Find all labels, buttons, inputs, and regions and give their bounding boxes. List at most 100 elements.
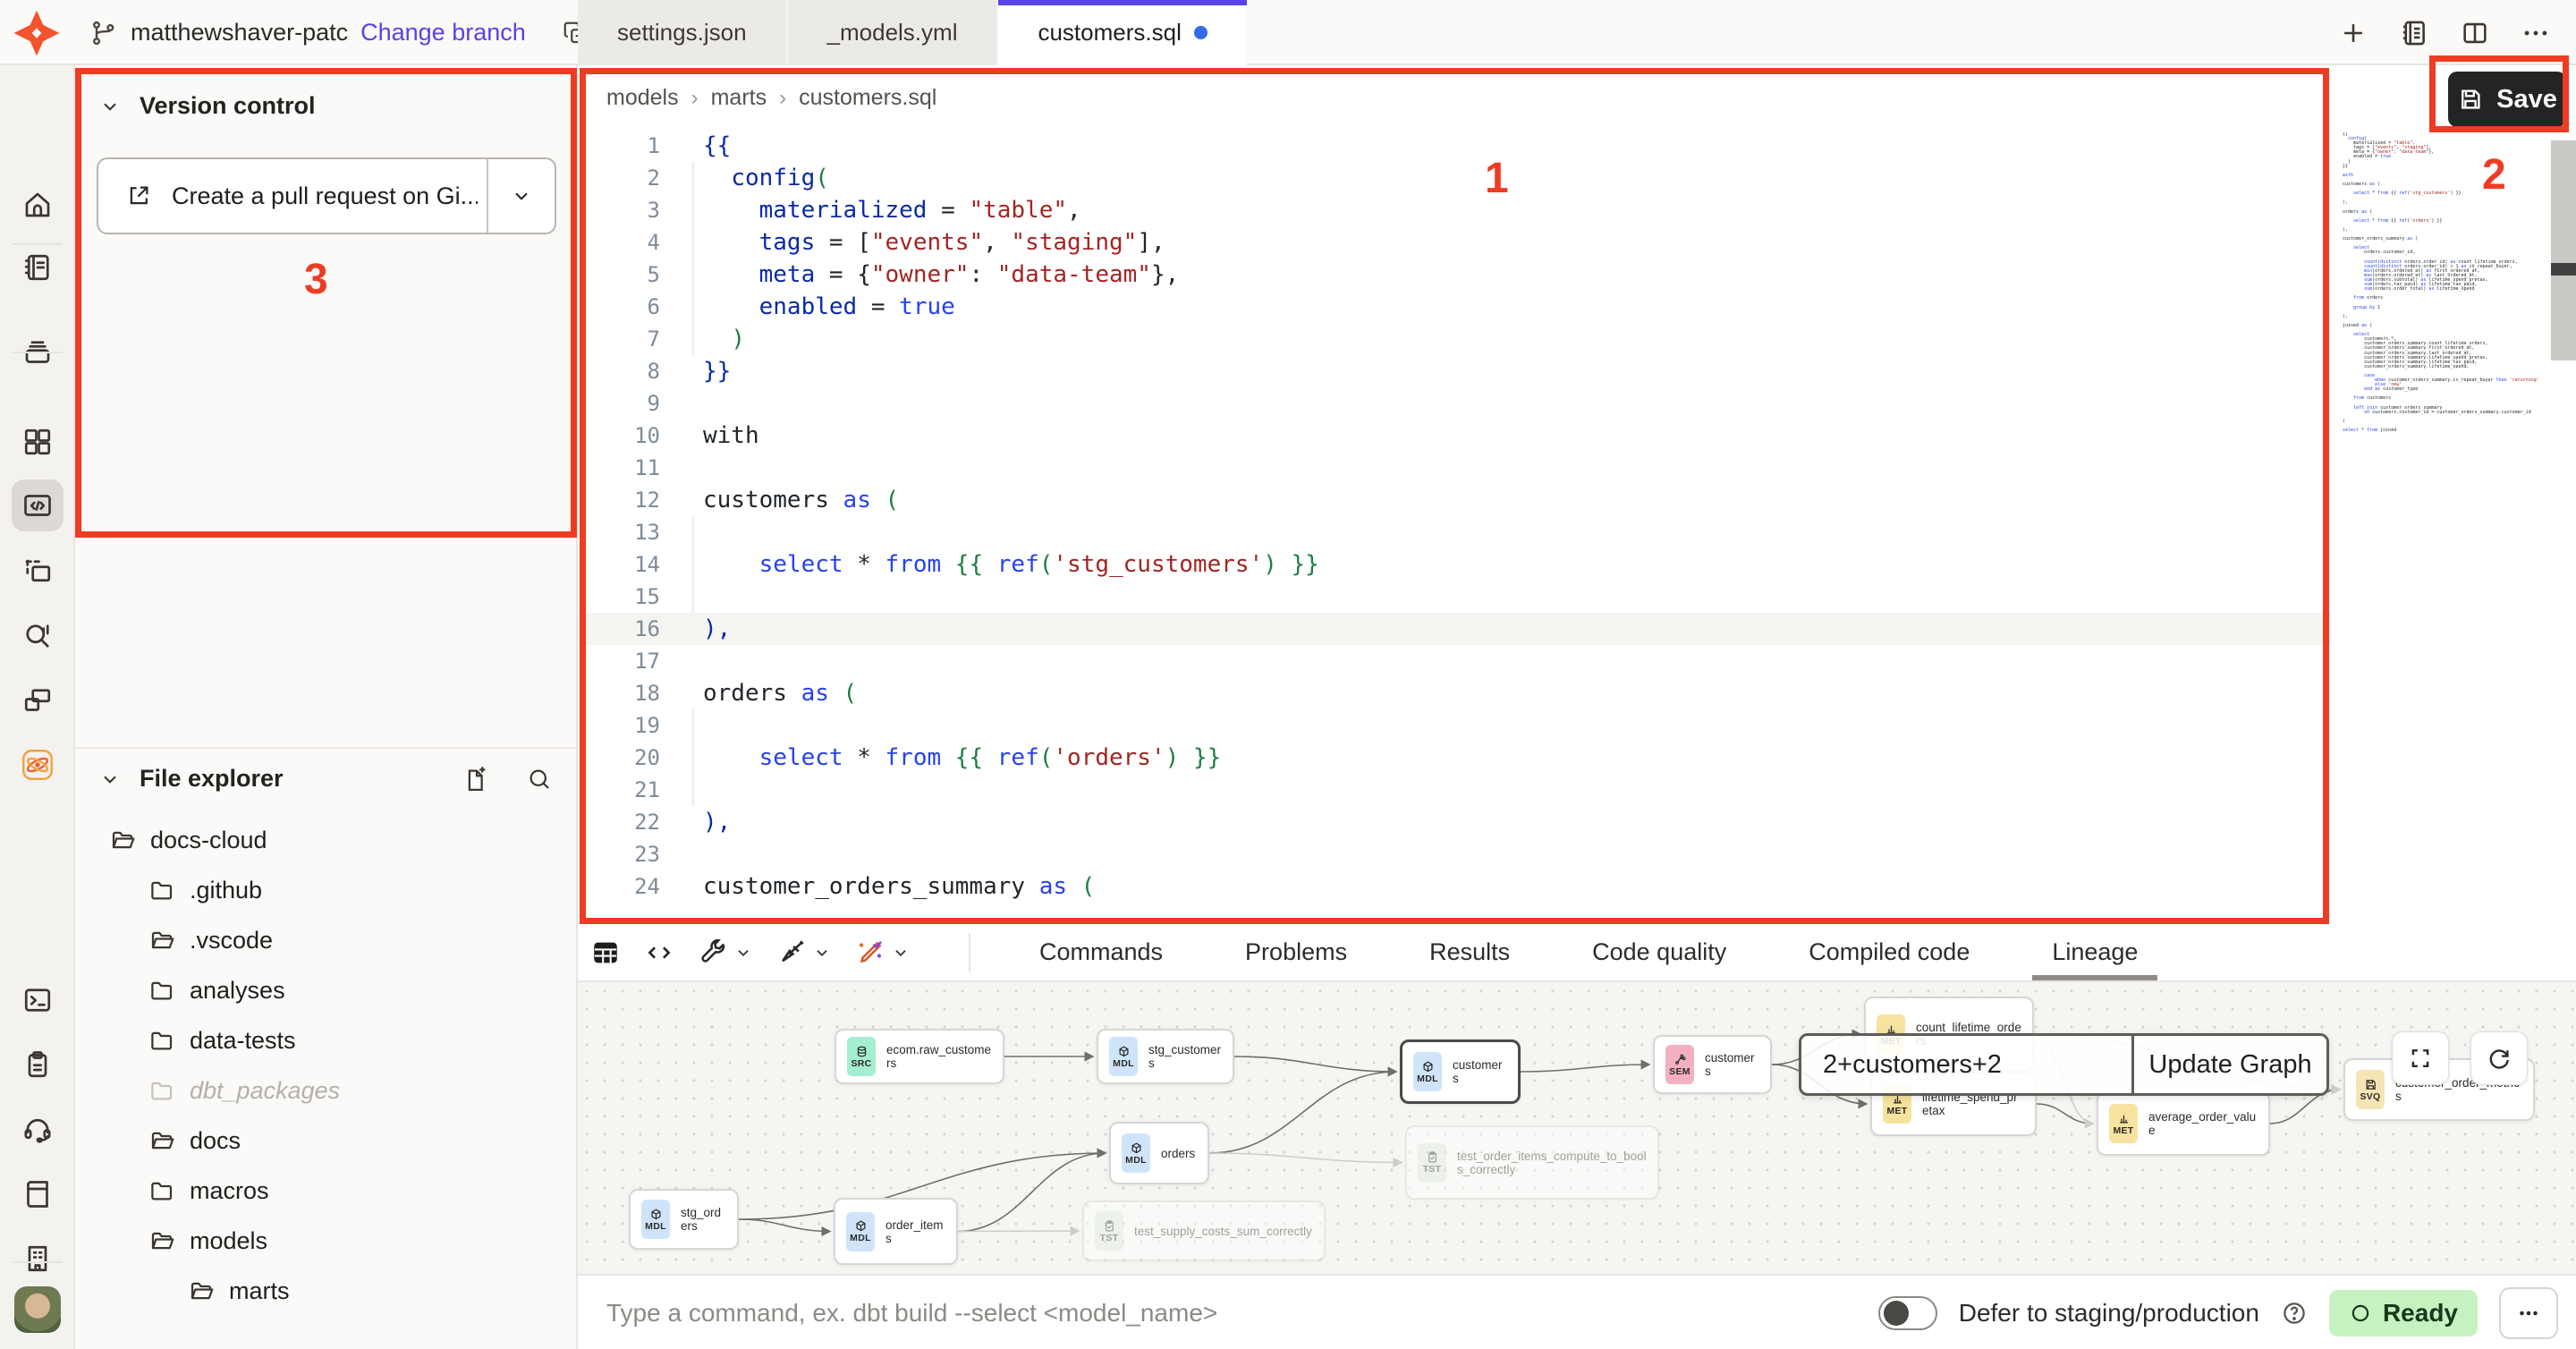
lineage-node-tst_sup[interactable]: TSTtest_supply_costs_sum_correctly [1082,1201,1326,1261]
code-line-11[interactable]: 11 [578,452,2331,484]
tab-customers.sql[interactable]: customers.sql [998,0,1246,65]
save-button[interactable]: Save [2448,72,2566,127]
tab-settings.json[interactable]: settings.json [578,0,788,65]
code-line-7[interactable]: 7 ) [578,323,2331,355]
dbt-logo-icon[interactable] [11,7,63,59]
code-line-8[interactable]: 8}} [578,355,2331,387]
rail-clipboard-icon[interactable] [12,1039,64,1090]
tree-item-dbt_packages[interactable]: dbt_packages [75,1065,576,1116]
rail-code-icon[interactable] [12,479,64,531]
lineage-node-cust_mdl[interactable]: MDLcustomers [1400,1039,1521,1104]
search-icon[interactable] [526,766,553,793]
code-line-13[interactable]: 13 [578,516,2331,548]
lineage-node-tst_ord[interactable]: TSTtest_order_items_compute_to_bools_cor… [1405,1125,1659,1200]
code-line-4[interactable]: 4 tags = ["events", "staging"], [578,226,2331,259]
code-line-6[interactable]: 6 enabled = true [578,291,2331,323]
rail-headset-icon[interactable] [12,1103,64,1155]
rail-journal-icon[interactable] [12,242,64,293]
panel-tab-compiled-code[interactable]: Compiled code [1767,924,2011,980]
code-line-16[interactable]: 16), [578,613,2331,645]
lineage-node-avg_ov[interactable]: METaverage_order_value [2097,1091,2270,1156]
tree-item-marts[interactable]: marts [75,1266,576,1316]
lineage-node-stg_ord[interactable]: MDLstg_orders [629,1189,739,1250]
code-line-23[interactable]: 23 [578,838,2331,870]
breadcrumb-segment[interactable]: customers.sql [799,85,936,111]
panel-tab-code-quality[interactable]: Code quality [1551,924,1767,980]
tree-item-analyses[interactable]: analyses [75,965,576,1015]
rail-atom-icon[interactable] [12,739,64,791]
more-menu-icon[interactable] [2521,18,2551,48]
code-line-24[interactable]: 24customer_orders_summary as ( [578,870,2331,903]
new-file-icon[interactable] [463,766,490,793]
lineage-node-stg_cust[interactable]: MDLstg_customers [1097,1029,1234,1084]
code-line-21[interactable]: 21 [578,774,2331,806]
code-area[interactable]: 1{{2 config(3 materialized = "table",4 t… [578,130,2331,903]
code-line-15[interactable]: 15 [578,581,2331,613]
rail-building-icon[interactable] [12,1233,64,1285]
code-line-18[interactable]: 18orders as ( [578,677,2331,709]
file-explorer-header[interactable]: File explorer [98,765,553,793]
lineage-node-ord_items[interactable]: MDLorder_items [834,1198,958,1265]
code-line-1[interactable]: 1{{ [578,130,2331,162]
defer-toggle[interactable] [1878,1296,1937,1330]
pr-dropdown-caret[interactable] [488,184,555,208]
scrollbar-thumb[interactable] [2551,263,2576,276]
minimap[interactable]: {{ config( materialized = "table", tags … [2343,132,2557,433]
lineage-filter-input[interactable]: 2+customers+2 [1801,1050,2131,1080]
breadcrumb-segment[interactable]: models [606,85,679,111]
branch-name[interactable]: matthewshaver-patc [131,19,348,47]
rail-windows-icon[interactable] [12,674,64,726]
lineage-node-orders[interactable]: MDLorders [1109,1122,1209,1184]
rail-terminal-icon[interactable] [12,974,64,1026]
code-line-12[interactable]: 12customers as ( [578,484,2331,516]
code-line-5[interactable]: 5 meta = {"owner": "data-team"}, [578,259,2331,291]
version-control-header[interactable]: Version control [98,92,316,120]
tab-_models.yml[interactable]: _models.yml [788,0,999,65]
fullscreen-button[interactable] [2392,1031,2449,1085]
code-line-9[interactable]: 9 [578,387,2331,420]
change-branch-link[interactable]: Change branch [360,19,526,47]
tree-item-data-tests[interactable]: data-tests [75,1015,576,1065]
rail-book-icon[interactable] [12,1168,64,1220]
notebook-icon[interactable] [2399,18,2429,48]
lineage-node-raw[interactable]: SRCecom.raw_customers [835,1029,1004,1084]
rail-grid-icon[interactable] [12,416,64,468]
code-line-2[interactable]: 2 config( [578,162,2331,194]
rail-search-chart-icon[interactable] [12,610,64,662]
help-icon[interactable] [2281,1300,2308,1327]
tree-item-.vscode[interactable]: .vscode [75,915,576,965]
panel-tab-commands[interactable]: Commands [998,924,1204,980]
code-line-19[interactable]: 19 [578,709,2331,742]
scrollbar[interactable] [2551,140,2576,361]
tree-item-docs-cloud[interactable]: docs-cloud [75,815,576,865]
lineage-canvas[interactable]: 2+customers+2 Update Graph SRCecom.raw_c… [578,982,2576,1274]
tree-item-models[interactable]: models [75,1216,576,1266]
format-icon[interactable] [776,938,832,968]
command-input[interactable]: Type a command, ex. dbt build --select <… [606,1276,1217,1349]
ai-fix-icon[interactable] [855,938,911,968]
code-line-14[interactable]: 14 select * from {{ ref('stg_customers')… [578,548,2331,581]
code-line-22[interactable]: 22), [578,806,2331,838]
panel-tab-results[interactable]: Results [1388,924,1551,980]
update-graph-button[interactable]: Update Graph [2134,1050,2326,1080]
code-view-icon[interactable] [644,938,674,968]
lineage-node-cust_sem[interactable]: SEMcustomers [1653,1035,1772,1094]
rail-frame-icon[interactable] [12,546,64,598]
code-line-20[interactable]: 20 select * from {{ ref('orders') }} [578,742,2331,774]
create-pr-button[interactable]: Create a pull request on Gi... [97,157,556,234]
code-line-10[interactable]: 10with [578,420,2331,452]
rail-home-icon[interactable] [12,179,64,231]
refresh-button[interactable] [2470,1031,2528,1085]
tree-item-.github[interactable]: .github [75,865,576,915]
panel-tab-problems[interactable]: Problems [1204,924,1388,980]
build-tools-icon[interactable] [698,938,753,968]
new-tab-icon[interactable] [2338,18,2368,48]
split-pane-icon[interactable] [2460,18,2490,48]
tree-item-macros[interactable]: macros [75,1166,576,1216]
user-avatar[interactable] [14,1286,61,1333]
breadcrumb-segment[interactable]: marts [711,85,767,111]
results-table-icon[interactable] [590,938,621,968]
tree-item-docs[interactable]: docs [75,1116,576,1166]
panel-tab-lineage[interactable]: Lineage [2011,924,2179,980]
more-options-button[interactable] [2499,1287,2558,1339]
